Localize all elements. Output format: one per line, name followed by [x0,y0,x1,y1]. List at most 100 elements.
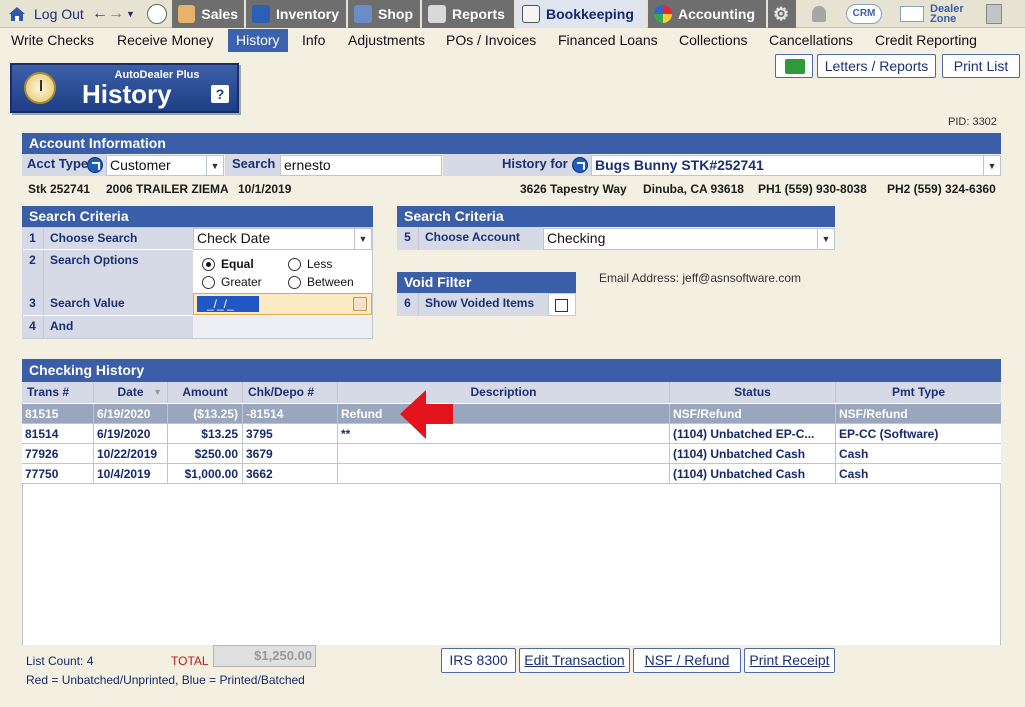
tab-accounting[interactable]: Accounting [648,0,766,28]
acct-type-lookup-icon[interactable] [87,157,103,173]
void-filter-header: Void Filter [397,272,576,293]
choose-search-label: Choose Search [44,228,193,249]
id-card-icon [900,6,924,22]
dropdown-arrow-icon[interactable]: ▼ [126,9,135,19]
radio-equal[interactable]: Equal [202,257,254,271]
chevron-down-icon[interactable]: ▼ [206,156,223,175]
logout-button[interactable]: Log Out [0,0,88,28]
history-for-select[interactable]: Bugs Bunny STK#252741 ▼ [591,155,1001,176]
column-header-chk[interactable]: Chk/Depo # [243,382,338,403]
folder-icon [785,59,805,74]
acct-type-select[interactable]: Customer ▼ [106,155,224,176]
subnav-info[interactable]: Info [302,29,325,52]
subnav-history[interactable]: History [228,29,288,52]
radio-greater[interactable]: Greater [202,275,262,289]
phone-1: PH1 (559) 930-8038 [758,182,867,196]
subnav-financed-loans[interactable]: Financed Loans [558,29,658,52]
color-legend: Red = Unbatched/Unprinted, Blue = Printe… [26,673,305,687]
chevron-down-icon[interactable]: ▼ [354,229,371,249]
forward-arrow-icon[interactable]: → [108,5,124,23]
radio-icon [288,275,301,289]
cell-amount: $250.00 [168,444,243,464]
cell-pmt-type: EP-CC (Software) [839,427,939,441]
print-list-button[interactable]: Print List [942,54,1020,78]
cell-trans: 77926 [22,444,94,464]
print-receipt-button[interactable]: Print Receipt [744,648,835,673]
calculator-button[interactable] [986,0,1006,28]
subnav-adjustments[interactable]: Adjustments [348,29,425,52]
cell-description [338,444,670,464]
letters-reports-button[interactable]: Letters / Reports [817,54,936,78]
cell-status: (1104) Unbatched Cash [670,444,836,464]
total-label: TOTAL [171,654,209,668]
table-row[interactable]: 77926 10/22/2019 $250.00 3679 (1104) Unb… [22,444,1001,464]
home-icon [8,6,26,22]
help-icon[interactable]: ? [211,85,229,103]
row-number-4: 4 [22,316,44,338]
tab-shop[interactable]: Shop [348,0,420,28]
column-header-status[interactable]: Status [670,382,836,403]
radio-icon [202,275,215,289]
back-arrow-icon[interactable]: ← [92,5,108,23]
calendar-icon[interactable] [353,297,367,311]
notifications-button[interactable] [806,0,836,28]
column-header-pmt-type[interactable]: Pmt Type [836,382,1001,403]
cell-amount: $1,000.00 [168,464,243,484]
show-voided-checkbox[interactable] [555,299,568,312]
chevron-down-icon[interactable]: ▼ [983,156,1000,175]
tab-sales[interactable]: Sales [172,0,244,28]
search-input[interactable]: ernesto [280,155,442,176]
column-header-date[interactable]: Date ▼ [94,382,168,403]
bell-icon [812,6,826,22]
wrench-icon [354,5,372,23]
cell-pmt-type: Cash [839,467,869,481]
tab-inventory[interactable]: Inventory [246,0,346,28]
column-header-amount[interactable]: Amount [168,382,243,403]
crm-button[interactable]: CRM [846,0,886,28]
radio-between[interactable]: Between [288,275,354,289]
choose-search-select[interactable]: Check Date ▼ [193,228,372,250]
column-header-trans[interactable]: Trans # [22,382,94,403]
subnav-write-checks[interactable]: Write Checks [11,29,94,52]
vehicle-description: 2006 TRAILER ZIEMA [106,182,229,196]
cell-status: NSF/Refund [670,404,836,424]
tab-bookkeeping[interactable]: Bookkeeping [516,0,646,28]
subnav-collections[interactable]: Collections [679,29,747,52]
table-row[interactable]: 81514 6/19/2020 $13.25 3795 ** (1104) Un… [22,424,1001,444]
search-value-input[interactable]: _/_/_ [193,293,372,315]
settings-button[interactable]: ⚙ [768,0,796,28]
nsf-refund-button[interactable]: NSF / Refund [633,648,741,673]
subnav-credit-reporting[interactable]: Credit Reporting [875,29,977,52]
radio-less[interactable]: Less [288,257,332,271]
car-icon [252,5,270,23]
cell-chk: 3679 [243,444,338,464]
edit-transaction-button[interactable]: Edit Transaction [519,648,630,673]
subnav-pos-invoices[interactable]: POs / Invoices [446,29,536,52]
dealer-zone-button[interactable]: Dealer Zone [900,0,970,28]
subnav-cancellations[interactable]: Cancellations [769,29,853,52]
crm-cloud-icon: CRM [846,4,882,24]
tab-reports[interactable]: Reports [422,0,514,28]
cell-chk: -81514 [243,404,338,424]
sub-nav: Write Checks Receive Money History Info … [0,29,1025,52]
cell-date: 6/19/2020 [94,404,168,424]
checking-history-header: Checking History [22,359,1001,382]
history-for-lookup-icon[interactable] [572,157,588,173]
search-label: Search [225,154,280,176]
export-folder-button[interactable] [775,54,813,78]
and-value-input[interactable] [193,316,372,338]
book-icon [522,5,540,23]
choose-account-select[interactable]: Checking ▼ [543,228,835,250]
column-header-description[interactable]: Description [338,382,670,403]
subnav-receive-money[interactable]: Receive Money [117,29,214,52]
chevron-down-icon[interactable]: ▼ [817,229,834,249]
radio-icon [288,257,301,271]
cell-chk: 3795 [243,424,338,444]
user-avatar-button[interactable] [144,0,172,28]
nav-history-arrows[interactable]: ← → ▼ [92,0,140,28]
irs-8300-button[interactable]: IRS 8300 [441,648,516,673]
table-row[interactable]: 81515 6/19/2020 ($13.25) -81514 Refund N… [22,404,1001,424]
tab-accounting-label: Accounting [678,6,755,22]
history-for-value: Bugs Bunny STK#252741 [595,157,764,173]
table-row[interactable]: 77750 10/4/2019 $1,000.00 3662 (1104) Un… [22,464,1001,484]
